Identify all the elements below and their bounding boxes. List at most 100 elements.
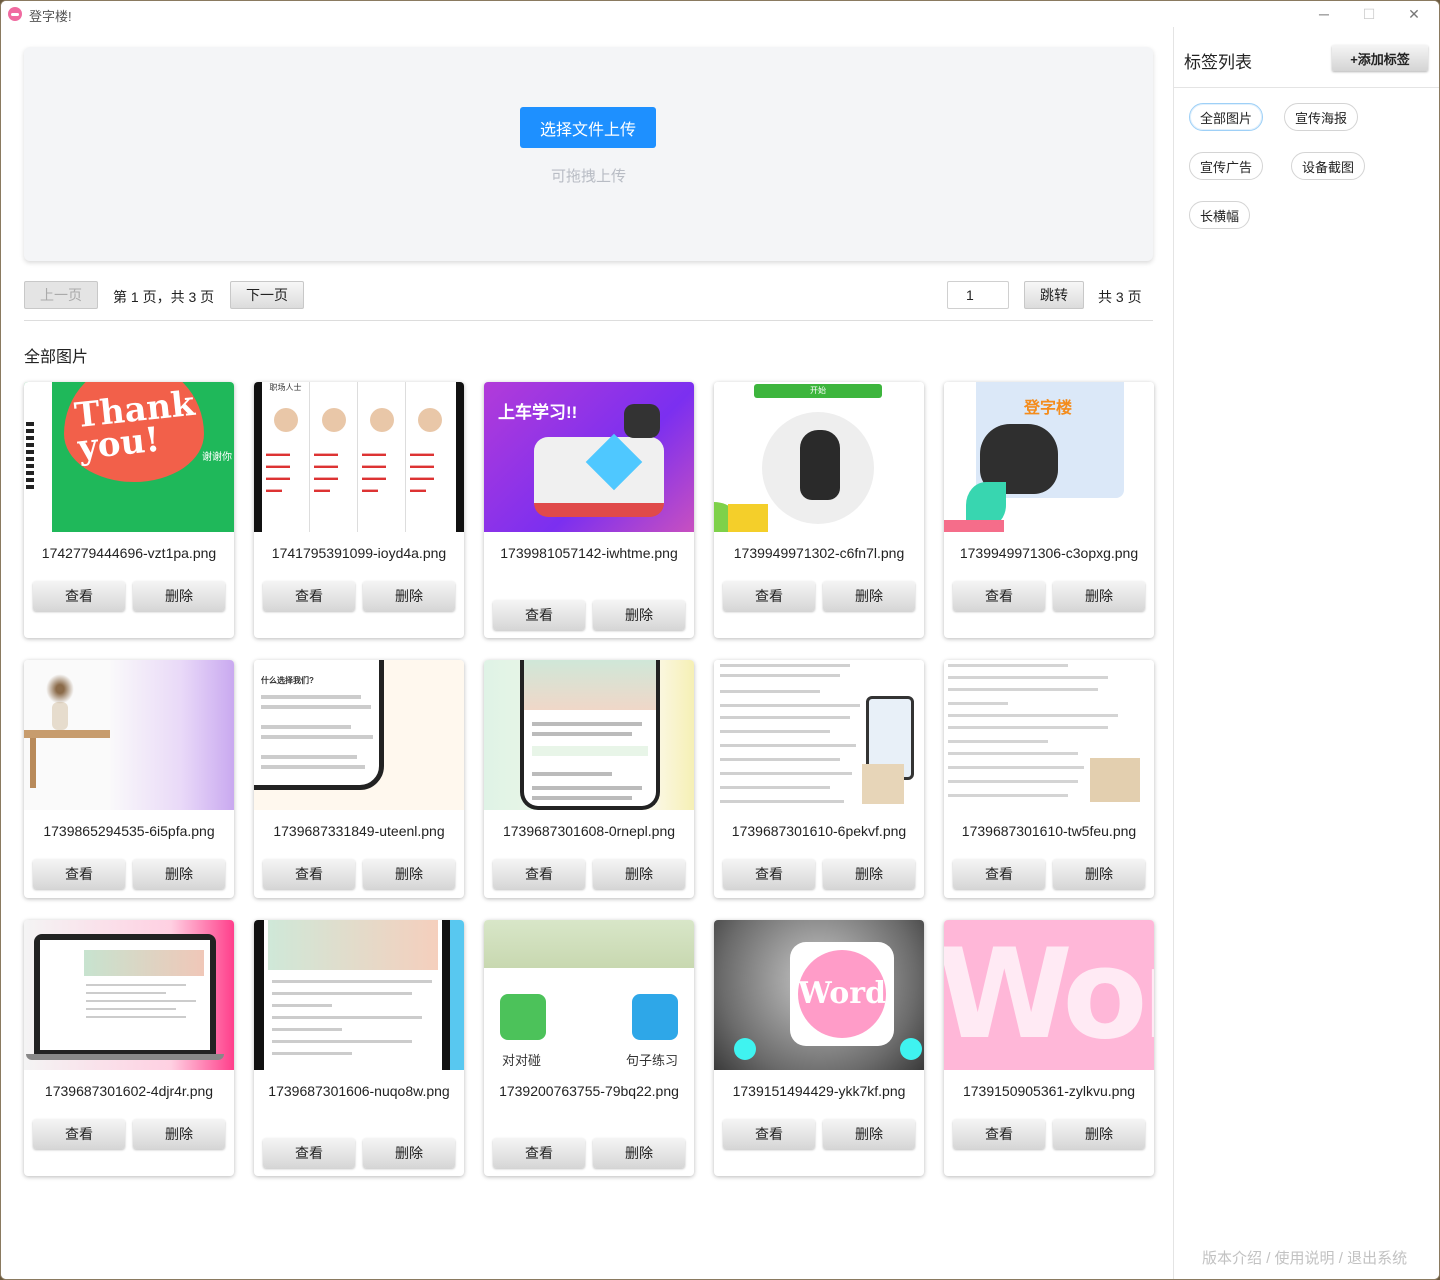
image-card: Thank you! 谢谢你 1742779444696-vzt1pa.png … bbox=[24, 382, 234, 638]
poster-text: ▬▬▬ ▬▬▬ ▬▬▬ ▬▬ bbox=[362, 449, 386, 494]
text-line bbox=[948, 766, 1084, 769]
delete-button[interactable]: 删除 bbox=[363, 1138, 455, 1168]
text-line bbox=[720, 664, 850, 667]
image-card: Word 1739151494429-ykk7kf.png 查看 删除 bbox=[714, 920, 924, 1176]
view-button[interactable]: 查看 bbox=[263, 859, 355, 889]
view-button[interactable]: 查看 bbox=[723, 1119, 815, 1149]
delete-button[interactable]: 删除 bbox=[1053, 581, 1145, 611]
image-thumbnail[interactable]: 什么选择我们? bbox=[254, 660, 464, 810]
image-thumbnail[interactable]: 对对碰 句子练习 bbox=[484, 920, 694, 1070]
table-shape bbox=[24, 730, 110, 738]
jump-button[interactable]: 跳转 bbox=[1024, 281, 1084, 309]
text-line bbox=[272, 1040, 412, 1043]
text-line bbox=[720, 690, 820, 693]
logout-link[interactable]: 退出系统 bbox=[1347, 1250, 1407, 1267]
robot-eye bbox=[734, 1038, 756, 1060]
image-thumbnail[interactable] bbox=[714, 660, 924, 810]
add-tag-button[interactable]: +添加标签 bbox=[1332, 45, 1428, 71]
delete-button[interactable]: 删除 bbox=[363, 859, 455, 889]
text-line bbox=[948, 676, 1108, 679]
hero-image bbox=[84, 950, 204, 976]
delete-button[interactable]: 删除 bbox=[593, 859, 685, 889]
highlight-bar bbox=[532, 746, 648, 756]
text-line bbox=[532, 786, 642, 790]
tag-promo-poster[interactable]: 宣传海报 bbox=[1284, 103, 1359, 131]
main-content: 选择文件上传 可拖拽上传 上一页 第 1 页，共 3 页 下一页 跳转 共 3 … bbox=[1, 27, 1173, 1279]
delete-button[interactable]: 删除 bbox=[133, 1119, 225, 1149]
tag-promo-ad[interactable]: 宣传广告 bbox=[1189, 152, 1264, 180]
text-line bbox=[272, 1028, 342, 1031]
image-thumbnail[interactable]: 开始 bbox=[714, 382, 924, 532]
text-line bbox=[720, 786, 830, 789]
view-button[interactable]: 查看 bbox=[493, 1138, 585, 1168]
view-button[interactable]: 查看 bbox=[33, 859, 125, 889]
image-thumbnail[interactable]: Word bbox=[714, 920, 924, 1070]
minimize-icon[interactable]: ─ bbox=[1301, 1, 1347, 27]
tag-device-screenshot[interactable]: 设备截图 bbox=[1291, 152, 1366, 180]
delete-button[interactable]: 删除 bbox=[823, 1119, 915, 1149]
image-thumbnail[interactable]: Wor bbox=[944, 920, 1154, 1070]
prev-page-button[interactable]: 上一页 bbox=[24, 281, 98, 309]
image-thumbnail[interactable] bbox=[24, 920, 234, 1070]
poster-paper: 职场人士 ▬▬▬ ▬▬▬ ▬▬▬ ▬▬ ▬▬▬ ▬▬▬ ▬▬▬ ▬▬ ▬▬▬ ▬▬▬ ▬▬▬ ▬▬ … bbox=[262, 382, 456, 532]
view-button[interactable]: 查看 bbox=[263, 1138, 355, 1168]
view-button[interactable]: 查看 bbox=[723, 859, 815, 889]
image-thumbnail[interactable]: 上车学习!! bbox=[484, 382, 694, 532]
view-button[interactable]: 查看 bbox=[33, 581, 125, 611]
close-icon[interactable]: ✕ bbox=[1391, 1, 1437, 27]
delete-button[interactable]: 删除 bbox=[593, 1138, 685, 1168]
help-link[interactable]: 使用说明 bbox=[1275, 1250, 1335, 1267]
face-icon bbox=[370, 408, 394, 432]
image-thumbnail[interactable] bbox=[254, 920, 464, 1070]
tag-all-images[interactable]: 全部图片 bbox=[1189, 103, 1264, 131]
pagination: 上一页 第 1 页，共 3 页 下一页 跳转 共 3 页 bbox=[24, 281, 1153, 311]
view-button[interactable]: 查看 bbox=[33, 1119, 125, 1149]
window-title: 登字楼! bbox=[29, 9, 72, 24]
maximize-icon[interactable]: ☐ bbox=[1346, 1, 1392, 27]
tag-long-banner[interactable]: 长横幅 bbox=[1189, 201, 1251, 229]
delete-button[interactable]: 删除 bbox=[133, 581, 225, 611]
thumb-text: 开始 bbox=[754, 384, 882, 398]
delete-button[interactable]: 删除 bbox=[133, 859, 225, 889]
thumb-text: 登字楼 bbox=[1024, 400, 1073, 417]
delete-button[interactable]: 删除 bbox=[363, 581, 455, 611]
delete-button[interactable]: 删除 bbox=[1053, 859, 1145, 889]
poster-column: ▬▬▬ ▬▬▬ ▬▬▬ ▬▬ bbox=[406, 382, 454, 532]
text-line bbox=[261, 765, 365, 769]
delete-button[interactable]: 删除 bbox=[823, 859, 915, 889]
view-button[interactable]: 查看 bbox=[263, 581, 355, 611]
image-card: 什么选择我们? 1739687331849-uteenl.png 查看 删除 bbox=[254, 660, 464, 898]
page-number-input[interactable] bbox=[947, 281, 1009, 309]
delete-button[interactable]: 删除 bbox=[593, 600, 685, 630]
divider bbox=[1174, 87, 1439, 88]
upload-dropzone[interactable]: 选择文件上传 可拖拽上传 bbox=[24, 47, 1153, 261]
image-card: 对对碰 句子练习 1739200763755-79bq22.png 查看 删除 bbox=[484, 920, 694, 1176]
image-filename: 1742779444696-vzt1pa.png bbox=[41, 545, 217, 561]
image-thumbnail[interactable] bbox=[484, 660, 694, 810]
delete-button[interactable]: 删除 bbox=[823, 581, 915, 611]
image-thumbnail[interactable] bbox=[944, 660, 1154, 810]
view-button[interactable]: 查看 bbox=[493, 600, 585, 630]
image-filename: 1739200763755-79bq22.png bbox=[499, 1083, 679, 1099]
image-thumbnail[interactable]: 职场人士 ▬▬▬ ▬▬▬ ▬▬▬ ▬▬ ▬▬▬ ▬▬▬ ▬▬▬ ▬▬ ▬▬▬ ▬▬▬ ▬▬▬ ▬▬ … bbox=[254, 382, 464, 532]
image-thumbnail[interactable]: Thank you! 谢谢你 bbox=[24, 382, 234, 532]
title-bar: 登字楼! ─ ☐ ✕ bbox=[1, 1, 1439, 27]
image-card: 1739687301602-4djr4r.png 查看 删除 bbox=[24, 920, 234, 1176]
view-button[interactable]: 查看 bbox=[953, 859, 1045, 889]
phone-frame: 什么选择我们? bbox=[254, 660, 384, 790]
image-thumbnail[interactable]: 登字楼 bbox=[944, 382, 1154, 532]
poster-column: 职场人士 ▬▬▬ ▬▬▬ ▬▬▬ ▬▬ bbox=[262, 382, 310, 532]
view-button[interactable]: 查看 bbox=[953, 1119, 1045, 1149]
view-button[interactable]: 查看 bbox=[953, 581, 1045, 611]
upload-button[interactable]: 选择文件上传 bbox=[520, 107, 656, 148]
image-thumbnail[interactable] bbox=[24, 660, 234, 810]
delete-button[interactable]: 删除 bbox=[1053, 1119, 1145, 1149]
text-line bbox=[948, 740, 1048, 743]
about-link[interactable]: 版本介绍 bbox=[1202, 1250, 1262, 1267]
image-card: 1739687301610-6pekvf.png 查看 删除 bbox=[714, 660, 924, 898]
view-button[interactable]: 查看 bbox=[493, 859, 585, 889]
image-filename: 1739687331849-uteenl.png bbox=[273, 823, 445, 839]
next-page-button[interactable]: 下一页 bbox=[230, 281, 304, 309]
laptop-base bbox=[26, 1054, 224, 1060]
view-button[interactable]: 查看 bbox=[723, 581, 815, 611]
